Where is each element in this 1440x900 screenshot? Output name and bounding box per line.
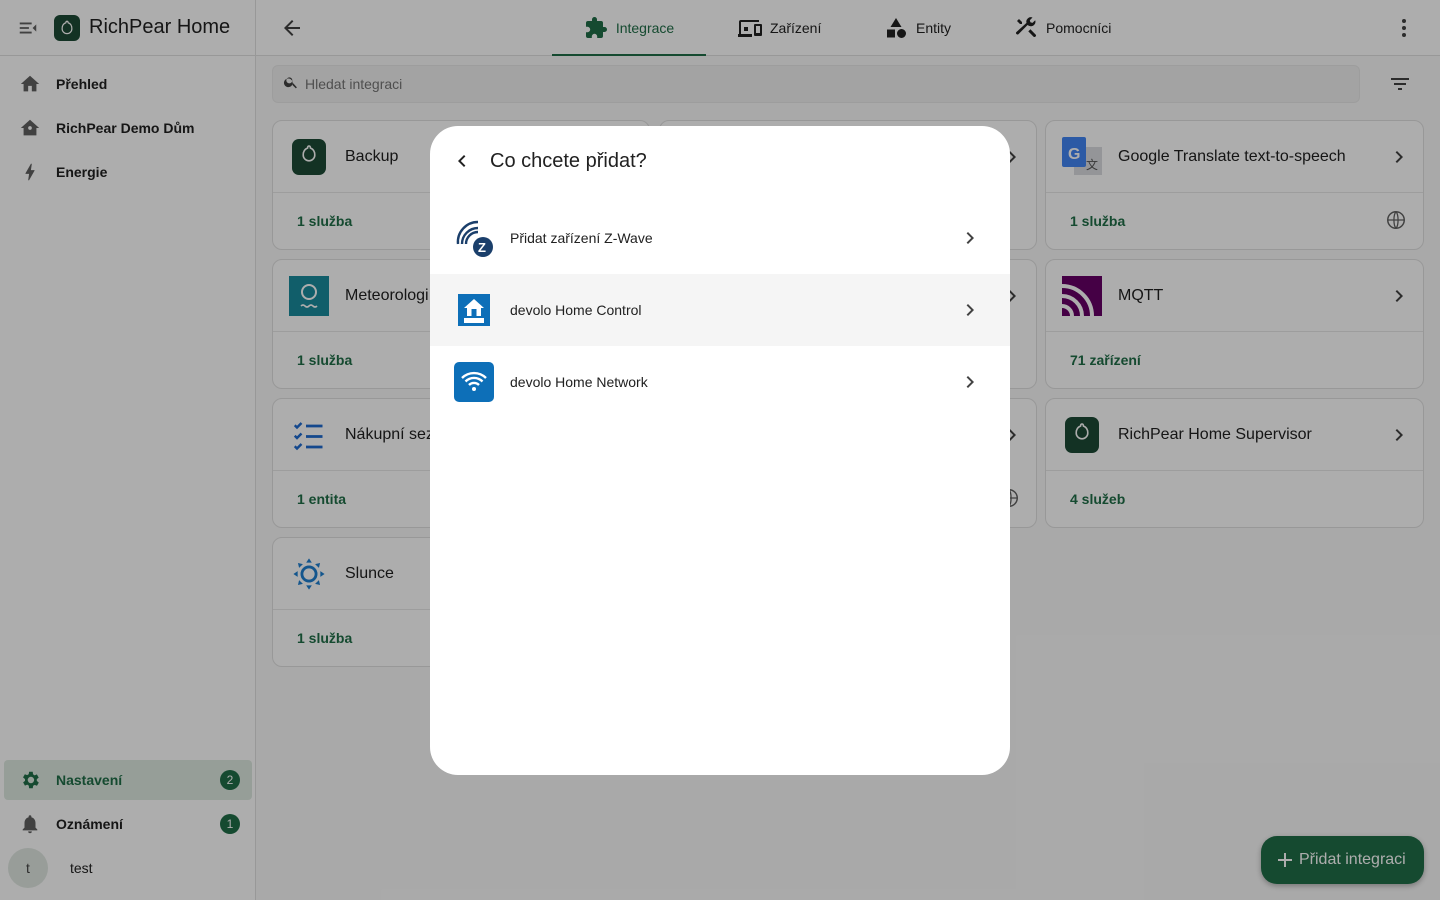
devolo-wifi-icon <box>454 362 494 402</box>
dialog-item-devolo-home-control[interactable]: devolo Home Control <box>430 274 1010 346</box>
dialog-title: Co chcete přidat? <box>490 149 647 172</box>
dialog-header: Co chcete přidat? <box>430 126 1010 196</box>
chevron-right-icon <box>958 298 982 322</box>
chevron-right-icon <box>958 226 982 250</box>
chevron-right-icon <box>958 370 982 394</box>
dialog-item-label: devolo Home Control <box>510 302 642 318</box>
zwave-icon: Z <box>454 218 494 258</box>
dialog-item-zwave[interactable]: Z Přidat zařízení Z-Wave <box>430 202 1010 274</box>
dialog-item-label: Přidat zařízení Z-Wave <box>510 230 653 246</box>
devolo-home-icon <box>454 290 494 330</box>
svg-text:Z: Z <box>478 240 486 255</box>
dialog-item-devolo-home-network[interactable]: devolo Home Network <box>430 346 1010 418</box>
dialog-back-icon[interactable] <box>450 149 474 173</box>
add-dialog: Co chcete přidat? Z Přidat zařízení Z-Wa… <box>430 126 1010 775</box>
dialog-item-label: devolo Home Network <box>510 374 648 390</box>
